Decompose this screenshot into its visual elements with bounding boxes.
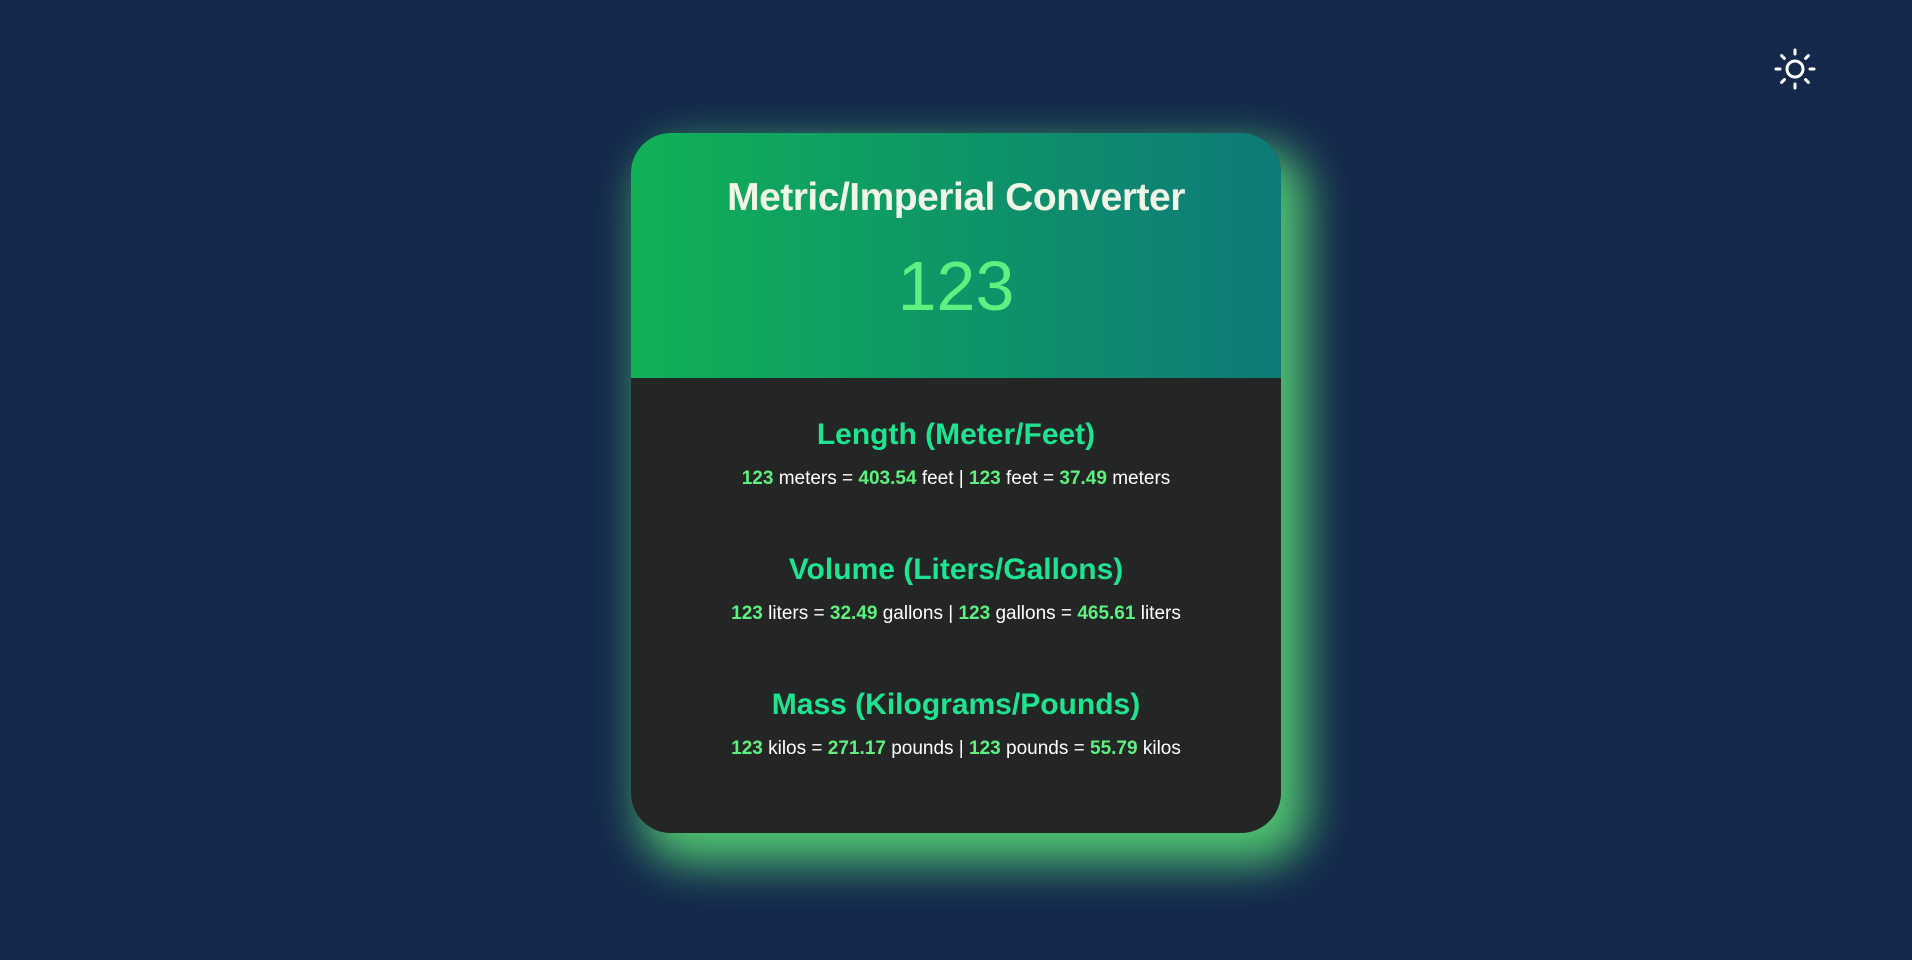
length-feet-input: 123 [969, 467, 1001, 489]
volume-liters-result: 465.61 [1077, 602, 1136, 624]
converter-card: Metric/Imperial Converter Length (Meter/… [631, 133, 1281, 833]
length-feet-result: 403.54 [858, 467, 917, 489]
length-section: Length (Meter/Feet) 123 meters = 403.54 … [631, 418, 1281, 491]
volume-section: Volume (Liters/Gallons) 123 liters = 32.… [631, 553, 1281, 626]
volume-gallons-unit-2: gallons [995, 602, 1056, 624]
mass-pounds-unit-2: pounds [1006, 737, 1069, 759]
mass-pounds-unit: pounds [891, 737, 954, 759]
volume-gallons-input: 123 [958, 602, 991, 624]
mass-kilos-result: 55.79 [1090, 737, 1138, 759]
mass-kilos-unit: kilos [768, 737, 807, 759]
length-meters-unit: meters [778, 467, 837, 489]
value-input[interactable] [756, 245, 1156, 326]
volume-gallons-unit: gallons [882, 602, 943, 624]
length-feet-unit: feet [921, 467, 954, 489]
sun-icon [1774, 48, 1816, 90]
mass-kilos-input: 123 [731, 737, 763, 759]
mass-kilos-unit-2: kilos [1142, 737, 1181, 759]
converter-title: Metric/Imperial Converter [727, 176, 1185, 219]
mass-result: 123 kilos = 271.17 pounds | 123 pounds =… [731, 737, 1181, 759]
converter-results: Length (Meter/Feet) 123 meters = 403.54 … [631, 378, 1281, 762]
page: Metric/Imperial Converter Length (Meter/… [0, 0, 1912, 960]
volume-gallons-result: 32.49 [829, 602, 878, 624]
length-meters-result: 37.49 [1059, 467, 1107, 489]
length-meters-unit-2: meters [1112, 467, 1171, 489]
length-feet-unit-2: feet [1006, 467, 1038, 489]
length-result: 123 meters = 403.54 feet | 123 feet = 37… [741, 467, 1171, 489]
volume-section-title: Volume (Liters/Gallons) [788, 553, 1124, 587]
mass-section-title: Mass (Kilograms/Pounds) [771, 688, 1141, 722]
volume-liters-unit-2: liters [1140, 602, 1181, 624]
length-meters-input: 123 [741, 467, 774, 489]
volume-result: 123 liters = 32.49 gallons | 123 gallons… [731, 602, 1181, 624]
volume-liters-input: 123 [731, 602, 763, 624]
mass-section: Mass (Kilograms/Pounds) 123 kilos = 271.… [631, 688, 1281, 761]
volume-liters-unit: liters [768, 602, 809, 624]
mass-pounds-input: 123 [969, 737, 1001, 759]
mass-pounds-result: 271.17 [827, 737, 886, 759]
converter-header: Metric/Imperial Converter [631, 133, 1281, 378]
length-section-title: Length (Meter/Feet) [816, 418, 1096, 451]
theme-toggle-button[interactable] [1774, 48, 1816, 90]
